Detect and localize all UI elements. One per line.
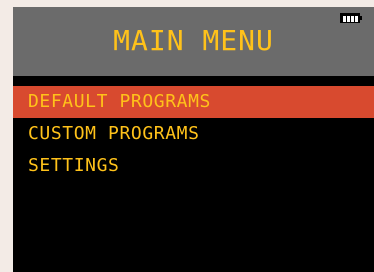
battery-tip [360,16,362,20]
menu-item-custom-programs[interactable]: CUSTOM PROGRAMS [13,118,374,150]
battery-cell [347,16,350,22]
main-menu-list: DEFAULT PROGRAMS CUSTOM PROGRAMS SETTING… [13,86,374,182]
device-screen: MAIN MENU DEFAULT PROGRAMS CUSTOM PROGRA… [13,7,374,272]
battery-cell [355,16,358,22]
menu-item-default-programs[interactable]: DEFAULT PROGRAMS [13,86,374,118]
battery-cell [351,16,354,22]
menu-item-settings[interactable]: SETTINGS [13,150,374,182]
battery-cell [343,16,346,22]
battery-body [340,13,360,23]
battery-full-icon [340,13,364,25]
title-bar: MAIN MENU [13,7,374,76]
page-title: MAIN MENU [113,24,274,57]
